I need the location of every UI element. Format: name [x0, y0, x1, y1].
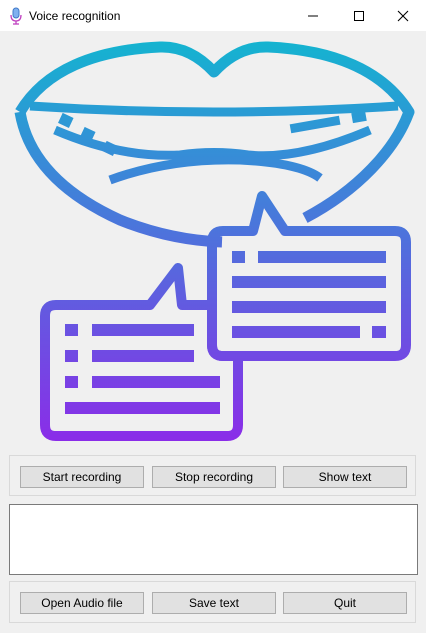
- lips-speech-bubbles-icon: [14, 41, 415, 441]
- window-title: Voice recognition: [29, 9, 121, 23]
- maximize-icon: [354, 10, 364, 21]
- minimize-icon: [308, 15, 318, 16]
- quit-button[interactable]: Quit: [283, 592, 407, 614]
- stop-recording-button[interactable]: Stop recording: [152, 466, 276, 488]
- close-icon: [397, 10, 409, 21]
- maximize-button[interactable]: [336, 0, 382, 31]
- close-button[interactable]: [380, 0, 426, 31]
- recording-controls-panel: Start recording Stop recording Show text: [9, 455, 416, 496]
- microphone-icon: [10, 7, 22, 25]
- show-text-button[interactable]: Show text: [283, 466, 407, 488]
- save-text-button[interactable]: Save text: [152, 592, 276, 614]
- start-recording-button[interactable]: Start recording: [20, 466, 144, 488]
- minimize-button[interactable]: [290, 0, 336, 31]
- title-bar: Voice recognition: [0, 0, 426, 31]
- open-audio-file-button[interactable]: Open Audio file: [20, 592, 144, 614]
- file-controls-panel: Open Audio file Save text Quit: [9, 581, 416, 623]
- recognized-text-field[interactable]: [9, 504, 418, 575]
